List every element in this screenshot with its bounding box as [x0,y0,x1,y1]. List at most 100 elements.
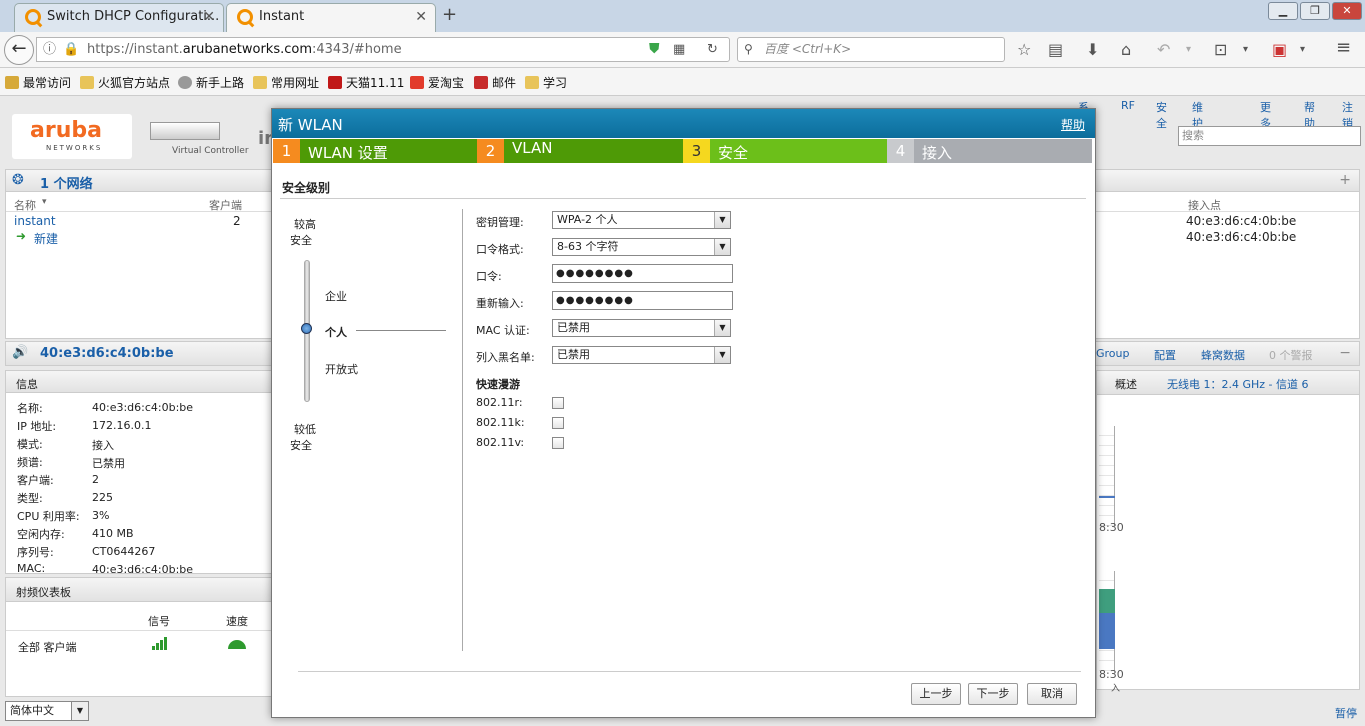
blacklist-select[interactable]: 已禁用 ▼ [552,346,731,364]
add-arrow-icon: ➜ [16,229,27,243]
ap-link-cellular[interactable]: 蜂窝数据 [1201,347,1245,363]
level-enterprise[interactable]: 企业 [325,288,347,304]
bookmark-item[interactable]: 最常访问 [5,74,71,91]
search-icon: ⚲ [744,42,753,56]
passphrase-format-value: 8-63 个字符 [557,240,619,253]
bookmark-item[interactable]: 学习 [525,74,567,91]
bookmark-item[interactable]: 新手上路 [178,74,244,91]
info-title: 信息 [16,378,38,391]
close-tab-icon[interactable]: ✕ [203,4,215,30]
security-level-slider-handle[interactable] [301,323,312,334]
roaming-80211r-checkbox[interactable] [552,397,564,409]
header-link-rf[interactable]: RF [1121,99,1135,112]
language-select[interactable]: 简体中文 ▼ [5,701,89,721]
undo-icon[interactable]: ↶ [1157,40,1170,59]
page-search-input[interactable]: 搜索 [1178,126,1361,146]
pause-link[interactable]: 暂停 [1335,705,1357,721]
ap-link-config[interactable]: 配置 [1154,347,1176,363]
step-number: 3 [683,139,710,163]
chevron-down-icon[interactable]: ▾ [1243,44,1248,55]
security-level-heading: 安全级别 [282,181,331,195]
new-tab-icon[interactable]: + [442,4,457,25]
chart-time-2: 8:30 [1099,668,1124,681]
tab-radio-1[interactable]: 无线电 1：2.4 GHz - 信道 6 [1167,376,1309,392]
ap-link-group[interactable]: Group [1096,347,1130,360]
bookmark-item[interactable]: 邮件 [474,74,516,91]
browser-tab-strip: Switch DHCP Configurati... ✕ Instant ✕ +… [0,0,1365,32]
virtual-controller-badge: Virtual Controller in [142,114,277,159]
bookmark-item[interactable]: 天猫11.11 [328,74,404,91]
info-icon[interactable]: ⓘ [43,38,56,61]
help-link[interactable]: 帮助 [1061,116,1085,133]
aruba-favicon-icon [237,9,253,25]
ap-title: 40:e3:d6:c4:0b:be [40,346,174,361]
bookmark-item[interactable]: 火狐官方站点 [80,74,170,91]
cancel-button[interactable]: 取消 [1027,683,1077,705]
pdf-icon[interactable]: ▣ [1272,40,1287,59]
step-wlan-settings[interactable]: 1 WLAN 设置 [273,139,477,163]
chevron-down-icon[interactable]: ▾ [1300,44,1305,55]
level-high-label: 较高 [294,218,316,231]
url-bar[interactable]: ⓘ 🔒 https://instant.arubanetworks.com:43… [36,37,730,62]
level-high-label-2: 安全 [290,234,312,247]
step-vlan[interactable]: 2 VLAN [477,139,683,163]
level-pointer-line [356,330,446,331]
divider [6,630,272,631]
reading-list-icon[interactable]: ▤ [1048,40,1063,59]
download-icon[interactable]: ⬇ [1086,40,1099,59]
tab-overview[interactable]: 概述 [1115,376,1137,392]
next-button[interactable]: 下一步 [968,683,1018,705]
lock-icon[interactable]: 🔒 [63,38,79,61]
reload-icon[interactable]: ↻ [707,38,718,61]
roaming-80211v-label: 802.11v: [476,436,525,449]
header-link-security[interactable]: 安全 [1156,99,1167,131]
back-button[interactable]: ← [4,35,34,65]
restore-window-button[interactable]: ❐ [1300,2,1330,20]
qr-code-icon[interactable]: ▦ [673,38,685,61]
logo-text: aruba [30,118,102,143]
ap-detail-tabs: 概述 无线电 1：2.4 GHz - 信道 6 [1097,371,1359,395]
level-personal[interactable]: 个人 [325,324,347,340]
all-clients-label[interactable]: 全部 客户端 [18,639,77,655]
chevron-down-icon[interactable]: ▾ [1186,44,1191,55]
passphrase-label: 口令: [476,270,502,283]
prev-button[interactable]: 上一步 [911,683,961,705]
ap-alerts[interactable]: 0 个警报 [1269,347,1313,363]
bookmark-folder-icon [253,76,267,89]
tab-switch-dhcp[interactable]: Switch DHCP Configurati... ✕ [14,3,224,32]
step-number: 4 [887,139,914,163]
tab-instant[interactable]: Instant ✕ [226,3,436,32]
mac-auth-select[interactable]: 已禁用 ▼ [552,319,731,337]
level-open[interactable]: 开放式 [325,361,358,377]
add-network-icon[interactable]: + [1339,172,1351,188]
menu-icon[interactable]: ≡ [1336,37,1351,58]
home-icon[interactable]: ⌂ [1121,40,1131,59]
step-access[interactable]: 4 接入 [887,139,1092,163]
close-tab-icon[interactable]: ✕ [415,4,427,30]
search-input[interactable]: ⚲ 百度 <Ctrl+K> [737,37,1005,62]
roaming-80211v-checkbox[interactable] [552,437,564,449]
bookmark-star-icon[interactable]: ☆ [1017,40,1031,59]
network-row-name[interactable]: instant [14,214,56,228]
page-search-placeholder: 搜索 [1182,129,1204,142]
minimize-window-button[interactable]: ▁ [1268,2,1298,20]
ap-detail-panel: 概述 无线电 1：2.4 GHz - 信道 6 8:30 8:30 入 [1096,370,1360,694]
passphrase-format-select[interactable]: 8-63 个字符 ▼ [552,238,731,256]
rf-dashboard-header: 射频仪表板 [6,578,272,602]
bookmark-label: 爱淘宝 [428,76,465,90]
key-mgmt-select[interactable]: WPA-2 个人 ▼ [552,211,731,229]
bookmarks-bar: 最常访问 火狐官方站点 新手上路 常用网址 天猫11.11 爱淘宝 邮件 学习 [0,68,1365,96]
tab-label: Instant [259,9,305,24]
close-window-button[interactable]: ✕ [1332,2,1362,20]
shield-icon[interactable]: ⛊ [649,38,660,61]
retype-passphrase-input[interactable]: ●●●●●●●● [552,291,733,310]
step-security[interactable]: 3 安全 [683,139,887,163]
collapse-icon[interactable]: − [1339,345,1351,361]
info-row-key: MAC: [17,562,46,575]
bookmark-item[interactable]: 常用网址 [253,74,319,91]
bookmark-item[interactable]: 爱淘宝 [410,74,464,91]
new-network-link[interactable]: 新建 [34,230,58,247]
crop-screenshot-icon[interactable]: ⊡ [1214,40,1227,59]
passphrase-input[interactable]: ●●●●●●●● [552,264,733,283]
roaming-80211k-checkbox[interactable] [552,417,564,429]
